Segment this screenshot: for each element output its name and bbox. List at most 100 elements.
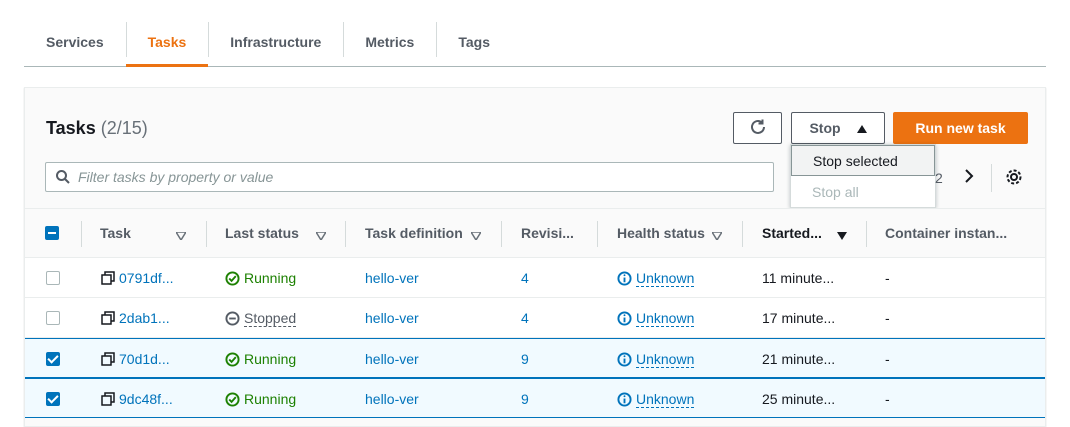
task-id-link[interactable]: 9dc48f...	[119, 391, 173, 407]
column-health-status[interactable]: Health status	[617, 209, 724, 257]
status-text: Running	[244, 391, 297, 407]
status-text: Running	[244, 351, 297, 367]
column-divider	[206, 221, 207, 247]
pager-divider	[991, 164, 992, 192]
task-definition-link[interactable]: hello-ver	[365, 258, 419, 298]
task-id-link[interactable]: 70d1d...	[119, 351, 170, 367]
copy-icon[interactable]	[101, 311, 115, 325]
task-cell[interactable]: 0791df...	[101, 258, 174, 298]
search-input[interactable]: Filter tasks by property or value	[45, 162, 774, 192]
refresh-button[interactable]	[733, 112, 782, 144]
stop-selected-item[interactable]: Stop selected	[791, 145, 935, 176]
column-divider	[81, 221, 82, 247]
tab-metrics[interactable]: Metrics	[343, 18, 436, 66]
column-task-definition-label: Task definition	[365, 225, 463, 241]
column-revision[interactable]: Revisi...	[521, 209, 581, 257]
gear-icon[interactable]	[1005, 168, 1023, 191]
panel-title: Tasks (2/15)	[46, 118, 148, 139]
task-cell[interactable]: 70d1d...	[101, 339, 170, 379]
revision-link[interactable]: 9	[521, 339, 529, 379]
column-divider	[597, 221, 598, 247]
copy-icon[interactable]	[101, 352, 115, 366]
health-cell[interactable]: Unknown	[617, 339, 695, 379]
column-started[interactable]: Started...	[762, 209, 847, 257]
status-cell: Running	[225, 258, 296, 298]
tab-tags[interactable]: Tags	[436, 18, 512, 66]
health-text[interactable]: Unknown	[636, 391, 695, 408]
row-checkbox[interactable]	[46, 339, 60, 379]
task-id-link[interactable]: 0791df...	[119, 270, 174, 286]
task-definition-link[interactable]: hello-ver	[365, 298, 419, 338]
status-text: Running	[244, 270, 297, 286]
health-cell[interactable]: Unknown	[617, 258, 695, 298]
task-cell[interactable]: 9dc48f...	[101, 379, 173, 419]
column-revision-label: Revisi...	[521, 225, 574, 241]
table-row[interactable]: 0791df... Running hello-ver 4 Unknown 11…	[25, 258, 1045, 298]
check-circle-icon	[225, 270, 240, 286]
health-cell[interactable]: Unknown	[617, 298, 695, 338]
task-cell[interactable]: 2dab1...	[101, 298, 170, 338]
container-instance-text: -	[885, 391, 890, 407]
search-placeholder: Filter tasks by property or value	[78, 169, 274, 185]
started-text: 17 minute...	[762, 310, 836, 326]
column-task-definition[interactable]: Task definition	[365, 209, 483, 257]
task-id-link[interactable]: 2dab1...	[119, 310, 170, 326]
column-divider	[501, 221, 502, 247]
row-checkbox[interactable]	[46, 298, 60, 338]
sort-icon	[710, 227, 724, 243]
copy-icon[interactable]	[101, 392, 115, 406]
selection-count: (2/15)	[100, 118, 148, 138]
status-text[interactable]: Stopped	[244, 310, 297, 327]
copy-icon[interactable]	[101, 271, 115, 285]
table-row[interactable]: 2dab1... Stopped hello-ver 4 Unknown 17 …	[25, 298, 1045, 338]
info-icon	[617, 351, 632, 367]
page-number[interactable]: 2	[935, 170, 943, 186]
started-text: 11 minute...	[762, 270, 835, 286]
info-icon	[617, 270, 632, 286]
tasks-panel: Tasks (2/15) Stop Run new task Stop sele…	[24, 87, 1046, 427]
revision-link[interactable]: 4	[521, 258, 529, 298]
revision-link[interactable]: 4	[521, 298, 529, 338]
health-cell[interactable]: Unknown	[617, 379, 695, 419]
task-definition-link[interactable]: hello-ver	[365, 379, 419, 419]
sort-desc-icon	[837, 227, 847, 243]
stop-button[interactable]: Stop	[791, 112, 885, 144]
column-container-instance[interactable]: Container instan...	[885, 209, 1025, 257]
task-definition-link[interactable]: hello-ver	[365, 339, 419, 379]
tab-infrastructure[interactable]: Infrastructure	[208, 18, 343, 66]
stop-all-item: Stop all	[812, 183, 859, 200]
row-checkbox[interactable]	[46, 379, 60, 419]
select-all-checkbox[interactable]	[45, 209, 59, 257]
stop-dropdown-menu: Stop selected Stop all	[790, 144, 936, 208]
stopped-icon	[225, 310, 240, 326]
caret-up-icon	[856, 120, 867, 136]
health-text[interactable]: Unknown	[636, 310, 695, 327]
column-started-label: Started...	[762, 225, 822, 241]
info-icon	[617, 391, 632, 407]
column-container-instance-label: Container instan...	[885, 225, 1008, 241]
run-new-task-button[interactable]: Run new task	[893, 112, 1028, 144]
table-header: Task Last status Task definition Revisi.…	[25, 208, 1045, 258]
container-instance-text: -	[885, 351, 890, 367]
sort-icon	[469, 227, 483, 243]
column-divider	[345, 221, 346, 247]
refresh-icon	[749, 118, 767, 139]
revision-link[interactable]: 9	[521, 379, 529, 419]
started-text: 25 minute...	[762, 391, 836, 407]
sort-icon	[314, 227, 328, 243]
row-checkbox[interactable]	[46, 258, 60, 298]
container-instance-text: -	[885, 310, 890, 326]
health-text[interactable]: Unknown	[636, 270, 695, 287]
table-row[interactable]: 70d1d... Running hello-ver 9 Unknown 21 …	[25, 338, 1045, 378]
started-text: 21 minute...	[762, 351, 836, 367]
tab-tasks[interactable]: Tasks	[125, 18, 209, 67]
chevron-right-icon[interactable]	[963, 168, 975, 189]
health-text[interactable]: Unknown	[636, 351, 695, 368]
check-circle-icon	[225, 391, 240, 407]
table-row[interactable]: 9dc48f... Running hello-ver 9 Unknown 25…	[25, 378, 1045, 418]
column-task[interactable]: Task	[100, 209, 188, 257]
column-last-status[interactable]: Last status	[225, 209, 328, 257]
column-divider	[742, 221, 743, 247]
status-cell: Running	[225, 339, 296, 379]
tab-services[interactable]: Services	[24, 18, 126, 66]
